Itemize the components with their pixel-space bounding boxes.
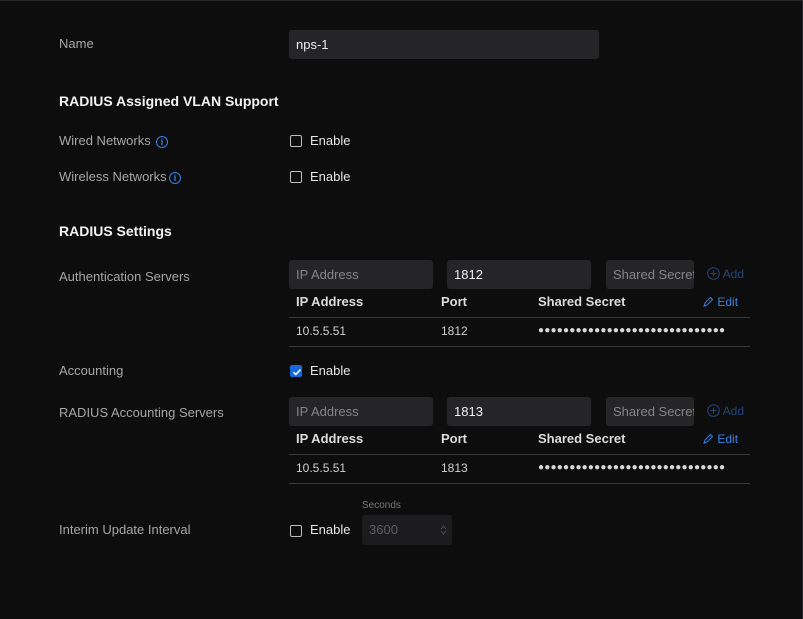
vlan-section-title: RADIUS Assigned VLAN Support (59, 93, 279, 109)
interim-seconds-value: 3600 (369, 522, 398, 537)
plus-circle-icon (707, 267, 720, 280)
acct-row-secret: ●●●●●●●●●●●●●●●●●●●●●●●●●●●●●● (538, 462, 726, 473)
wireless-enable-label: Enable (310, 169, 351, 184)
auth-servers-label: Authentication Servers (59, 269, 190, 284)
stepper-icon[interactable] (440, 524, 447, 536)
acct-col-secret: Shared Secret (538, 431, 626, 446)
interim-enable-checkbox[interactable] (290, 525, 302, 537)
acct-ip-input[interactable]: IP Address (289, 397, 433, 426)
radius-settings-title: RADIUS Settings (59, 223, 172, 239)
wired-enable-label: Enable (310, 133, 351, 148)
acct-port-input[interactable]: 1813 (447, 397, 591, 426)
auth-row-secret: ●●●●●●●●●●●●●●●●●●●●●●●●●●●●●● (538, 325, 726, 336)
auth-port-input[interactable]: 1812 (447, 260, 591, 289)
acct-servers-label: RADIUS Accounting Servers (59, 405, 224, 420)
plus-circle-icon (707, 404, 720, 417)
pencil-icon (703, 433, 714, 444)
auth-add-label: Add (722, 267, 745, 281)
auth-col-ip: IP Address (296, 294, 364, 309)
auth-add-button[interactable]: Add (707, 267, 744, 281)
name-input[interactable]: nps-1 (289, 30, 599, 59)
acct-table-divider (289, 454, 750, 455)
wireless-networks-label: Wireless Networks (59, 169, 167, 184)
acct-row-port: 1813 (441, 461, 468, 475)
acct-secret-input[interactable]: Shared Secret (606, 397, 694, 426)
interim-unit-label: Seconds (362, 500, 401, 511)
interim-enable-label: Enable (310, 522, 351, 537)
auth-col-secret: Shared Secret (538, 294, 626, 309)
info-icon[interactable]: i (156, 136, 168, 148)
acct-row-ip: 10.5.5.51 (296, 461, 347, 475)
acct-col-ip: IP Address (296, 431, 364, 446)
name-label: Name (59, 36, 94, 51)
acct-col-port: Port (441, 431, 467, 446)
auth-table-bottom (289, 346, 750, 347)
wired-enable-checkbox[interactable] (290, 135, 302, 147)
info-icon[interactable]: i (169, 172, 181, 184)
wireless-enable-checkbox[interactable] (290, 171, 302, 183)
auth-edit-button[interactable]: Edit (702, 295, 738, 309)
accounting-enable-label: Enable (310, 363, 351, 378)
acct-edit-button[interactable]: Edit (702, 432, 738, 446)
acct-add-button[interactable]: Add (707, 404, 744, 418)
wired-networks-label: Wired Networks (59, 133, 151, 148)
auth-table-divider (289, 317, 750, 318)
accounting-enable-checkbox[interactable] (290, 365, 302, 377)
pencil-icon (703, 296, 714, 307)
interim-label: Interim Update Interval (59, 522, 191, 537)
auth-row-port: 1812 (441, 324, 468, 338)
check-icon (292, 368, 302, 376)
auth-col-port: Port (441, 294, 467, 309)
interim-seconds-input[interactable]: 3600 (362, 515, 452, 545)
auth-edit-label: Edit (717, 295, 739, 309)
auth-ip-input[interactable]: IP Address (289, 260, 433, 289)
auth-row-ip: 10.5.5.51 (296, 324, 347, 338)
acct-table-bottom (289, 483, 750, 484)
accounting-label: Accounting (59, 363, 124, 378)
auth-secret-input[interactable]: Shared Secret (606, 260, 694, 289)
acct-add-label: Add (722, 404, 745, 418)
acct-edit-label: Edit (717, 432, 739, 446)
